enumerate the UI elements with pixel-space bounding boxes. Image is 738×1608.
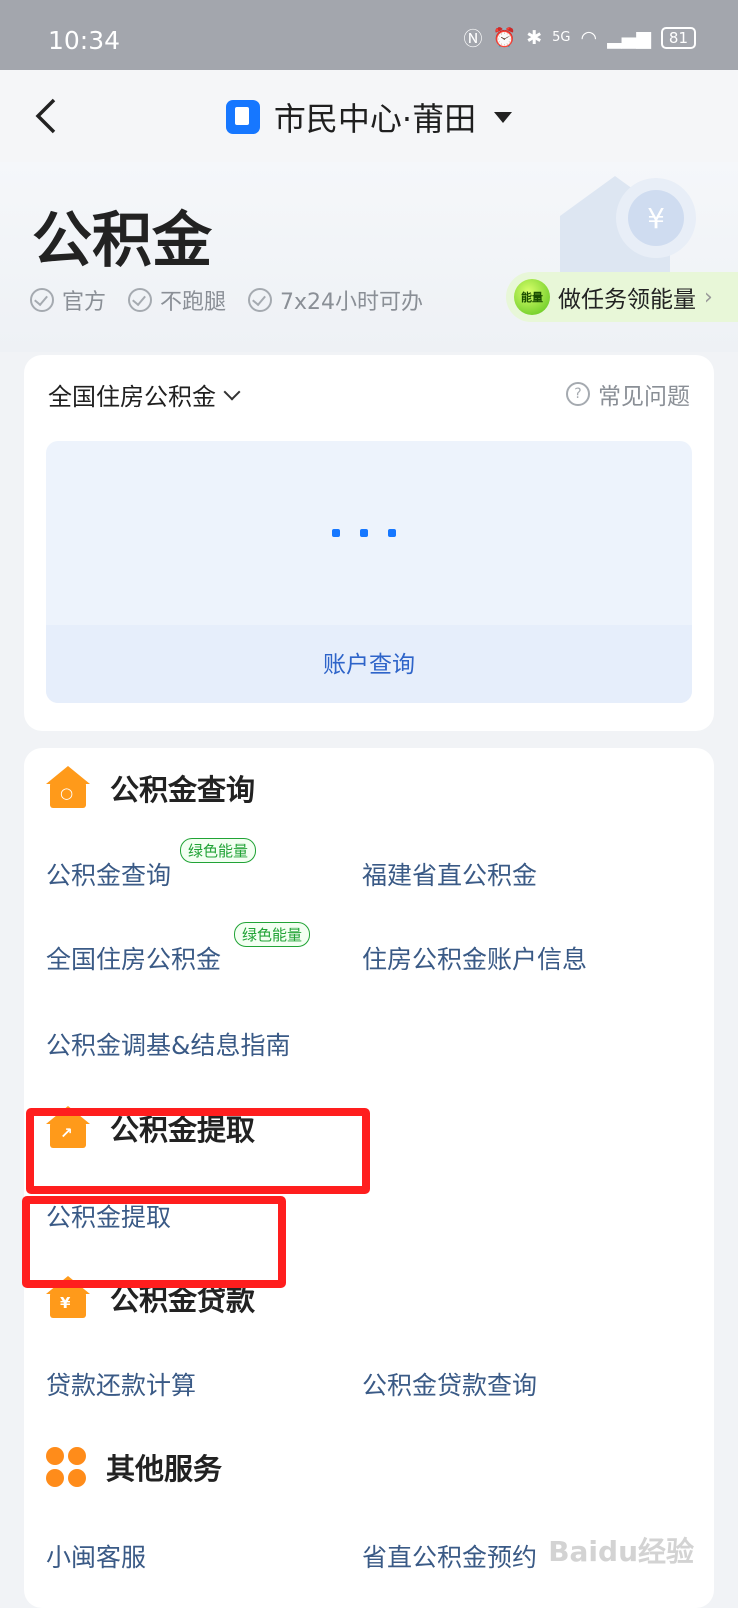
chevron-right-icon: › xyxy=(704,284,713,310)
badge-no-trip: 不跑腿 xyxy=(128,284,226,316)
task-energy-button[interactable]: 能量 做任务领能量 › xyxy=(506,272,738,322)
check-circle-icon xyxy=(128,288,153,312)
section-fund-query: ○ 公积金查询 xyxy=(46,766,255,810)
clover-grid-icon xyxy=(46,1447,86,1487)
check-circle-icon xyxy=(248,288,273,312)
network-type: 5G xyxy=(552,30,571,45)
link-customer-service[interactable]: 小闽客服 xyxy=(46,1538,146,1574)
baidu-watermark: Baidu经验 xyxy=(548,1535,694,1568)
task-label: 做任务领能量 xyxy=(558,287,696,313)
fund-type-label: 全国住房公积金 xyxy=(48,383,216,411)
city-selector[interactable]: 市民中心·莆田 xyxy=(0,94,738,140)
link-national-housing-fund[interactable]: 全国住房公积金 xyxy=(46,940,221,976)
check-circle-icon xyxy=(30,288,54,312)
nfc-icon: Ⓝ xyxy=(463,28,483,50)
badge-official: 官方 xyxy=(30,284,106,316)
status-icons: Ⓝ ⏰ ✱ 5G ◠ ▂▄▆ 81 xyxy=(463,24,696,51)
account-panel: 账户查询 xyxy=(46,441,692,703)
loading-dots-icon xyxy=(332,529,396,537)
green-energy-tag: 绿色能量 xyxy=(234,922,311,947)
hero-section: ¥ 公积金 官方 不跑腿 7x24小时可办 能量 做任务领能量 › xyxy=(0,162,738,352)
house-yuan-illustration-icon: ¥ xyxy=(560,176,696,286)
top-bar: 市民中心·莆田 xyxy=(0,70,738,162)
feature-badges: 官方 不跑腿 7x24小时可办 xyxy=(30,284,423,316)
battery-indicator: 81 xyxy=(660,26,696,49)
page-title: 公积金 xyxy=(32,206,212,276)
link-account-info[interactable]: 住房公积金账户信息 xyxy=(362,940,587,976)
wifi-icon: ◠ xyxy=(580,26,598,49)
energy-orb-icon: 能量 xyxy=(514,279,550,315)
alarm-icon: ⏰ xyxy=(492,27,517,49)
account-card: 全国住房公积金 ? 常见问题 账户查询 xyxy=(24,355,714,731)
chevron-down-icon xyxy=(223,383,241,401)
svg-text:¥: ¥ xyxy=(647,202,665,235)
citizen-center-logo-icon xyxy=(225,100,260,134)
link-fund-query[interactable]: 公积金查询 xyxy=(46,856,171,892)
link-appointment[interactable]: 省直公积金预约 xyxy=(362,1538,537,1574)
house-search-icon: ○ xyxy=(46,766,90,810)
section-other-services: 其他服务 xyxy=(46,1446,222,1488)
account-query-button[interactable]: 账户查询 xyxy=(46,645,692,679)
caret-down-icon xyxy=(494,111,513,123)
signal-icon: ▂▄▆ xyxy=(607,26,651,49)
fund-type-selector[interactable]: 全国住房公积金 xyxy=(48,377,241,412)
city-title: 市民中心·莆田 xyxy=(273,100,477,138)
question-icon: ? xyxy=(566,382,590,406)
link-fujian-fund[interactable]: 福建省直公积金 xyxy=(362,856,537,892)
badge-24-7: 7x24小时可办 xyxy=(248,284,423,316)
highlight-box-link xyxy=(22,1196,286,1288)
status-bar: 10:34 Ⓝ ⏰ ✱ 5G ◠ ▂▄▆ 81 xyxy=(0,0,738,70)
status-time: 10:34 xyxy=(48,26,121,55)
faq-label: 常见问题 xyxy=(598,384,690,410)
highlight-box-section xyxy=(26,1108,370,1194)
bluetooth-icon: ✱ xyxy=(526,26,543,49)
link-loan-query[interactable]: 公积金贷款查询 xyxy=(362,1366,537,1402)
link-adjust-guide[interactable]: 公积金调基&结息指南 xyxy=(46,1026,291,1062)
green-energy-tag: 绿色能量 xyxy=(180,838,257,863)
faq-link[interactable]: ? 常见问题 xyxy=(566,377,690,411)
link-loan-calculator[interactable]: 贷款还款计算 xyxy=(46,1366,196,1402)
